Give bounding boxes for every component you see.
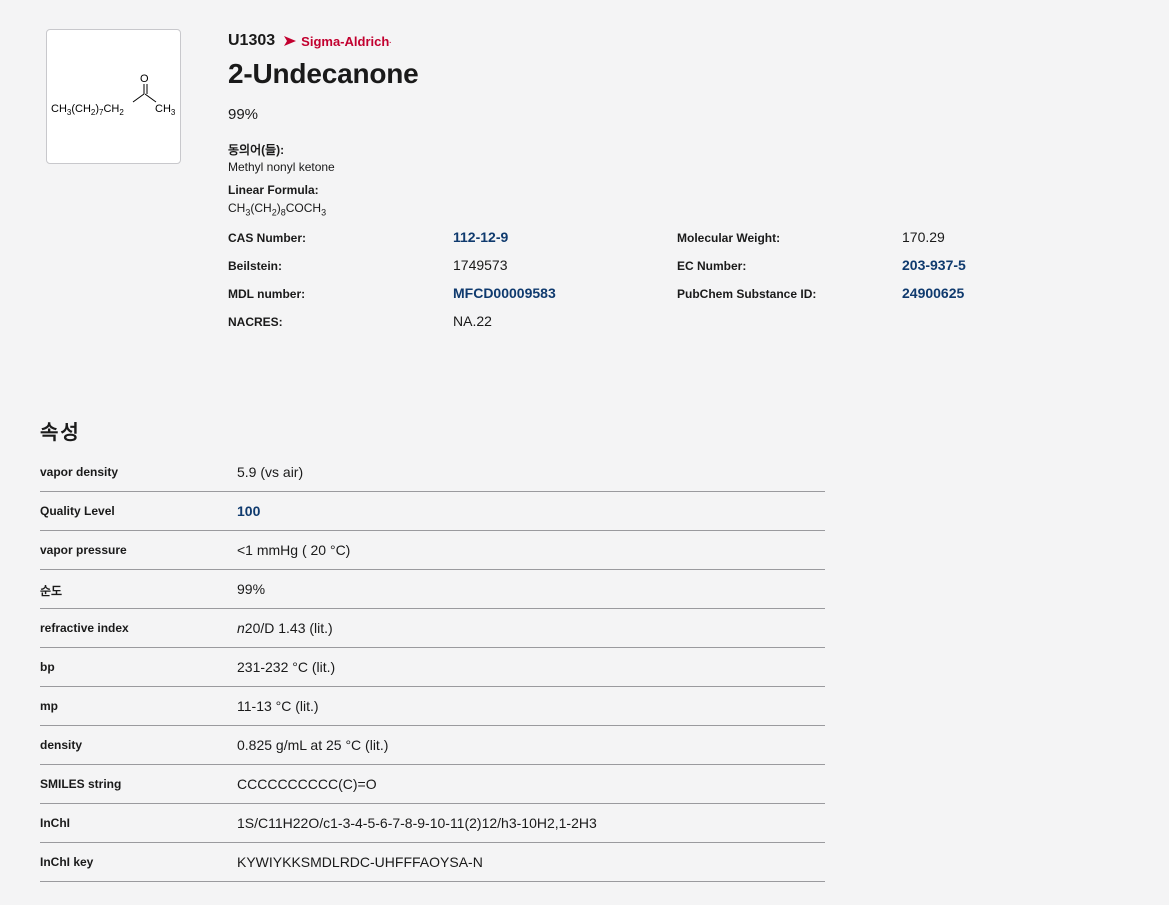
product-sku: U1303 [228, 32, 276, 49]
brand-arrow-icon [284, 36, 297, 46]
property-label: SMILES string [40, 777, 122, 791]
structure-oxygen: O [140, 73, 149, 85]
identifier-row: NACRES: NA.22 [228, 310, 1128, 338]
refractive-symbol: n [237, 620, 245, 636]
table-row: vapor pressure <1 mmHg ( 20 °C) [40, 531, 825, 570]
property-value: KYWIYKKSMDLRDC-UHFFFAOYSA-N [237, 854, 483, 870]
linear-formula-value: CH3(CH2)8COCH3 [228, 201, 327, 218]
identifiers-grid: CAS Number: 112-12-9 Molecular Weight: 1… [228, 226, 1128, 338]
page-title: 2-Undecanone [228, 58, 419, 89]
product-purity: 99% [228, 106, 259, 123]
properties-table: vapor density 5.9 (vs air) Quality Level… [40, 453, 825, 882]
brand-name: Sigma-Aldrich [301, 33, 390, 49]
property-value: n20/D 1.43 (lit.) [237, 620, 333, 636]
property-label: mp [40, 699, 58, 713]
beilstein-label: Beilstein: [228, 259, 283, 273]
molecular-weight-label: Molecular Weight: [677, 231, 781, 245]
nacres-value: NA.22 [453, 313, 492, 329]
property-label: refractive index [40, 621, 129, 635]
property-value: 0.825 g/mL at 25 °C (lit.) [237, 737, 389, 753]
pubchem-label: PubChem Substance ID: [677, 287, 817, 301]
synonyms-label: 동의어(들): [228, 143, 285, 157]
property-value: CCCCCCCCCC(C)=O [237, 776, 377, 792]
property-label: vapor density [40, 465, 119, 479]
refractive-value: 20/D 1.43 (lit.) [244, 620, 333, 636]
brand-reg: . [389, 37, 392, 45]
property-label: Quality Level [40, 504, 115, 518]
property-value: 5.9 (vs air) [237, 464, 304, 480]
identifier-row: Beilstein: 1749573 EC Number: 203-937-5 [228, 254, 1128, 282]
identifier-row: MDL number: MFCD00009583 PubChem Substan… [228, 282, 1128, 310]
bond-2 [144, 93, 157, 103]
table-row: density 0.825 g/mL at 25 °C (lit.) [40, 726, 825, 765]
property-value: 231-232 °C (lit.) [237, 659, 336, 675]
property-value: 99% [237, 581, 266, 597]
structure-right-formula: CH3 [155, 103, 176, 117]
pubchem-link[interactable]: 24900625 [902, 285, 964, 301]
property-label: vapor pressure [40, 543, 127, 557]
quality-level-link[interactable]: 100 [237, 503, 260, 519]
structure-left-formula: CH3(CH2)7CH2 [51, 103, 124, 117]
property-value: 1S/C11H22O/c1-3-4-5-6-7-8-9-10-11(2)12/h… [237, 815, 597, 831]
property-label: 순도 [40, 584, 63, 598]
table-row: InChI 1S/C11H22O/c1-3-4-5-6-7-8-9-10-11(… [40, 804, 825, 843]
bond-1 [132, 93, 145, 103]
table-row: 순도 99% [40, 570, 825, 609]
mdl-number-link[interactable]: MFCD00009583 [453, 285, 556, 301]
beilstein-value: 1749573 [453, 257, 508, 273]
product-header: U1303 Sigma-Aldrich. [228, 30, 391, 52]
synonyms-value: Methyl nonyl ketone [228, 160, 335, 174]
linear-formula-label: Linear Formula: [228, 183, 319, 197]
table-row: InChI key KYWIYKKSMDLRDC-UHFFFAOYSA-N [40, 843, 825, 882]
mdl-number-label: MDL number: [228, 287, 306, 301]
property-label: bp [40, 660, 55, 674]
property-label: InChI key [40, 855, 94, 869]
identifier-row: CAS Number: 112-12-9 Molecular Weight: 1… [228, 226, 1128, 254]
ec-number-label: EC Number: [677, 259, 747, 273]
property-value: 11-13 °C (lit.) [237, 698, 319, 714]
table-row: mp 11-13 °C (lit.) [40, 687, 825, 726]
property-value: <1 mmHg ( 20 °C) [237, 542, 351, 558]
table-row: vapor density 5.9 (vs air) [40, 453, 825, 492]
table-row: SMILES string CCCCCCCCCC(C)=O [40, 765, 825, 804]
table-row: Quality Level 100 [40, 492, 825, 531]
cas-label: CAS Number: [228, 231, 307, 245]
nacres-label: NACRES: [228, 315, 283, 329]
property-label: density [40, 738, 83, 752]
properties-heading: 속성 [40, 422, 81, 444]
brand-logo[interactable]: Sigma-Aldrich. [283, 34, 391, 49]
molecular-weight-value: 170.29 [902, 229, 945, 245]
cas-number-link[interactable]: 112-12-9 [453, 229, 508, 245]
structure-image[interactable]: CH3(CH2)7CH2 O CH3 [46, 29, 181, 164]
property-label: InChI [40, 816, 70, 830]
table-row: bp 231-232 °C (lit.) [40, 648, 825, 687]
structure-drawing: CH3(CH2)7CH2 O CH3 [51, 73, 176, 117]
ec-number-link[interactable]: 203-937-5 [902, 257, 966, 273]
table-row: refractive index n20/D 1.43 (lit.) [40, 609, 825, 648]
